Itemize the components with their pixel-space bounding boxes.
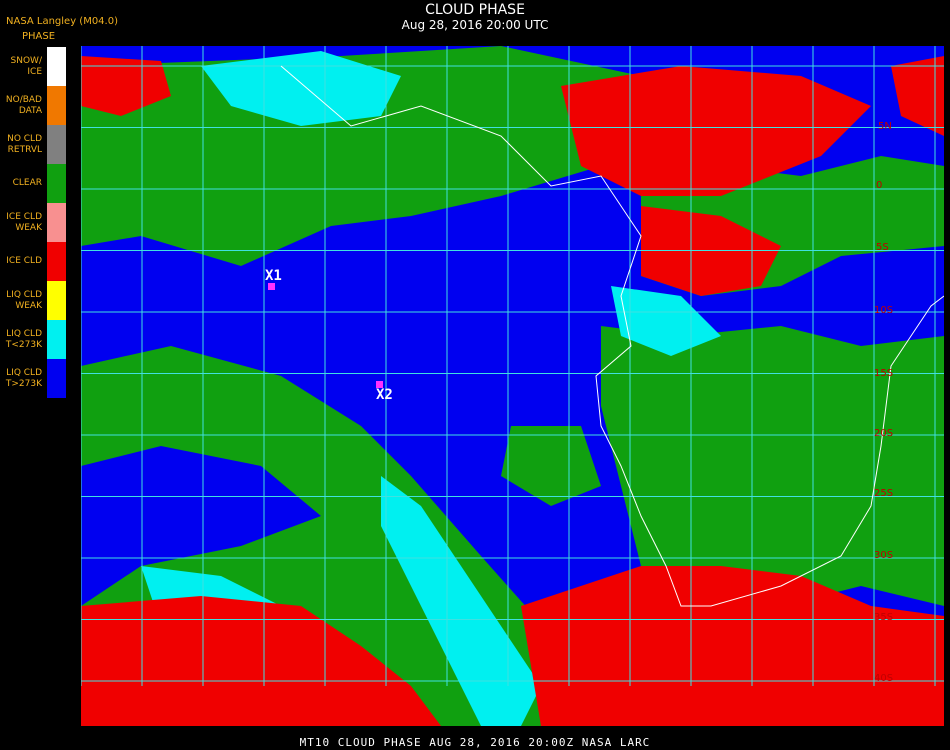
- footer-caption: MT10 CLOUD PHASE AUG 28, 2016 20:00Z NAS…: [299, 736, 651, 749]
- legend-label: LIQ CLD T>273K: [5, 367, 42, 389]
- lat-label: 15S: [874, 368, 894, 379]
- legend-item-no-bad-data: NO/BAD DATA: [0, 86, 66, 125]
- legend-item-snow-ice: SNOW/ ICE: [0, 47, 66, 86]
- map-timestamp: Aug 28, 2016 20:00 UTC: [401, 18, 549, 32]
- legend-label: ICE CLD WEAK: [6, 211, 42, 233]
- legend-swatch: [47, 86, 66, 125]
- legend-item-liq-cld-cold: LIQ CLD T<273K: [0, 320, 66, 359]
- legend-item-ice-cld: ICE CLD: [0, 242, 66, 281]
- marker-x1-dot[interactable]: [268, 283, 275, 290]
- phase-legend: SNOW/ ICE NO/BAD DATA NO CLD RETRVL CLEA…: [0, 47, 66, 398]
- legend-swatch: [47, 164, 66, 203]
- lat-label: 10S: [874, 305, 894, 316]
- legend-label: NO/BAD DATA: [5, 94, 42, 116]
- legend-swatch: [47, 281, 66, 320]
- lat-label: 40S: [874, 673, 894, 684]
- legend-swatch: [47, 125, 66, 164]
- legend-label: ICE CLD: [6, 256, 42, 266]
- lat-label: 5N: [878, 121, 892, 132]
- lat-label: 5S: [876, 242, 889, 253]
- legend-label: LIQ CLD WEAK: [6, 289, 42, 311]
- marker-x1-label: X1: [265, 268, 282, 284]
- lat-label: 20S: [874, 428, 894, 439]
- legend-item-liq-cld-warm: LIQ CLD T>273K: [0, 359, 66, 398]
- lat-label: 30S: [874, 550, 894, 561]
- legend-label: LIQ CLD T<273K: [5, 328, 42, 350]
- legend-label: CLEAR: [12, 178, 42, 188]
- legend-swatch: [47, 47, 66, 86]
- legend-swatch: [47, 203, 66, 242]
- lat-label: 0: [876, 180, 883, 191]
- map-svg: [81, 46, 944, 726]
- legend-swatch: [47, 242, 66, 281]
- lat-label: 35S: [874, 612, 894, 623]
- cloud-phase-map[interactable]: [81, 46, 944, 726]
- legend-swatch: [47, 359, 66, 398]
- legend-item-no-cld-retrvl: NO CLD RETRVL: [0, 125, 66, 164]
- map-title: CLOUD PHASE: [425, 2, 525, 18]
- legend-item-liq-cld-weak: LIQ CLD WEAK: [0, 281, 66, 320]
- legend-label: SNOW/ ICE: [10, 55, 42, 77]
- legend-title: PHASE: [22, 31, 56, 42]
- legend-swatch: [47, 320, 66, 359]
- marker-x2-label: X2: [376, 387, 393, 403]
- lat-label: 25S: [874, 488, 894, 499]
- legend-item-ice-cld-weak: ICE CLD WEAK: [0, 203, 66, 242]
- legend-label: NO CLD RETRVL: [7, 133, 42, 155]
- legend-item-clear: CLEAR: [0, 164, 66, 203]
